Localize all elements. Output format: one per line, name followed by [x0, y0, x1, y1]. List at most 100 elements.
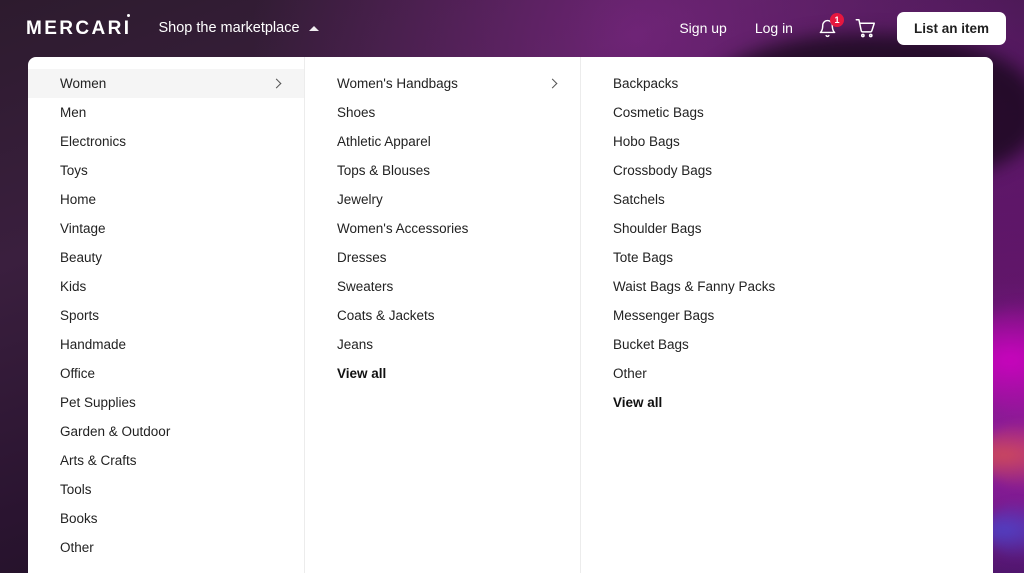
sign-up-link[interactable]: Sign up: [665, 14, 740, 42]
menu-item-label: Hobo Bags: [613, 134, 680, 149]
shop-the-marketplace-menu[interactable]: Shop the marketplace: [158, 20, 319, 36]
top-navigation-bar: MERCARI Shop the marketplace Sign up Log…: [0, 0, 1024, 56]
menu-item-label: View all: [613, 395, 663, 410]
menu-item-label: Pet Supplies: [60, 395, 136, 410]
menu-item[interactable]: Shoes: [305, 98, 580, 127]
menu-item-label: Messenger Bags: [613, 308, 715, 323]
cart-icon: [856, 18, 876, 37]
menu-item-label: Satchels: [613, 192, 665, 207]
menu-item[interactable]: Hobo Bags: [581, 127, 992, 156]
menu-item[interactable]: Jewelry: [305, 185, 580, 214]
menu-item-label: Kids: [60, 279, 87, 294]
menu-item-label: Tops & Blouses: [337, 163, 431, 178]
menu-item[interactable]: Tops & Blouses: [305, 156, 580, 185]
menu-item-label: Bucket Bags: [613, 337, 689, 352]
menu-item[interactable]: Cosmetic Bags: [581, 98, 992, 127]
menu-item-label: Women's Handbags: [337, 76, 458, 91]
menu-item[interactable]: Office: [28, 359, 304, 388]
logo-dot-icon: [127, 13, 131, 17]
dropdown-column-categories: Women Men Electronics Toys Home Vintage Beauty…: [28, 57, 304, 573]
menu-item[interactable]: Toys: [28, 156, 304, 185]
menu-item-label: Arts & Crafts: [60, 453, 137, 468]
notification-count-badge: 1: [829, 13, 844, 27]
chevron-up-icon: [308, 25, 319, 31]
menu-item-label: Shoes: [337, 105, 376, 120]
menu-item-label: Waist Bags & Fanny Packs: [613, 279, 776, 294]
page-root: MERCARI Shop the marketplace Sign up Log…: [0, 0, 1024, 573]
menu-item-label: View all: [337, 366, 387, 381]
menu-item[interactable]: Women's Accessories: [305, 214, 580, 243]
menu-item[interactable]: Other: [28, 533, 304, 562]
menu-item[interactable]: Tools: [28, 475, 304, 504]
menu-item[interactable]: Shoulder Bags: [581, 214, 992, 243]
menu-item-label: Jeans: [337, 337, 374, 352]
menu-item-label: Cosmetic Bags: [613, 105, 704, 120]
menu-item-label: Other: [60, 540, 94, 555]
menu-item[interactable]: Coats & Jackets: [305, 301, 580, 330]
menu-item-label: Books: [60, 511, 98, 526]
menu-item[interactable]: Women: [28, 69, 304, 98]
menu-item[interactable]: Vintage: [28, 214, 304, 243]
menu-item-label: Toys: [60, 163, 88, 178]
menu-item[interactable]: Arts & Crafts: [28, 446, 304, 475]
shop-mega-dropdown: Women Men Electronics Toys Home Vintage Beauty…: [28, 57, 993, 573]
notifications-button[interactable]: 1: [811, 12, 845, 44]
mercari-logo[interactable]: MERCARI: [26, 13, 132, 39]
menu-item[interactable]: Beauty: [28, 243, 304, 272]
logo-text: MERCARI: [26, 17, 132, 39]
menu-item[interactable]: Athletic Apparel: [305, 127, 580, 156]
menu-item[interactable]: Jeans: [305, 330, 580, 359]
dropdown-column-women-subcategories: Women's Handbags Shoes Athletic Apparel Top…: [304, 57, 580, 573]
menu-item-label: Shoulder Bags: [613, 221, 702, 236]
menu-item[interactable]: Crossbody Bags: [581, 156, 992, 185]
menu-item-label: Crossbody Bags: [613, 163, 713, 178]
menu-item-label: Women's Accessories: [337, 221, 469, 236]
menu-item-label: Athletic Apparel: [337, 134, 431, 149]
menu-item[interactable]: Sports: [28, 301, 304, 330]
menu-item[interactable]: Men: [28, 98, 304, 127]
menu-item[interactable]: Tote Bags: [581, 243, 992, 272]
menu-item-label: Electronics: [60, 134, 127, 149]
menu-item-label: Vintage: [60, 221, 106, 236]
menu-item-label: Garden & Outdoor: [60, 424, 171, 439]
chevron-right-icon: [271, 78, 282, 89]
menu-item[interactable]: Kids: [28, 272, 304, 301]
log-in-link[interactable]: Log in: [741, 14, 807, 42]
menu-item[interactable]: Messenger Bags: [581, 301, 992, 330]
menu-item[interactable]: Pet Supplies: [28, 388, 304, 417]
dropdown-column-handbag-types: Backpacks Cosmetic Bags Hobo Bags Crossbody…: [580, 57, 992, 573]
menu-item-view-all[interactable]: View all: [305, 359, 580, 388]
menu-item-label: Men: [60, 105, 87, 120]
menu-item-view-all[interactable]: View all: [581, 388, 992, 417]
menu-item[interactable]: Backpacks: [581, 69, 992, 98]
menu-item[interactable]: Electronics: [28, 127, 304, 156]
menu-item[interactable]: Waist Bags & Fanny Packs: [581, 272, 992, 301]
menu-item[interactable]: Women's Handbags: [305, 69, 580, 98]
menu-item[interactable]: Books: [28, 504, 304, 533]
menu-item-label: Other: [613, 366, 647, 381]
menu-item-label: Backpacks: [613, 76, 679, 91]
menu-item-label: Tote Bags: [613, 250, 674, 265]
menu-item-label: Jewelry: [337, 192, 383, 207]
menu-item[interactable]: Dresses: [305, 243, 580, 272]
menu-item[interactable]: Sweaters: [305, 272, 580, 301]
menu-item-label: Home: [60, 192, 97, 207]
menu-item-label: Tools: [60, 482, 92, 497]
chevron-right-icon: [547, 78, 558, 89]
menu-item[interactable]: Bucket Bags: [581, 330, 992, 359]
cart-button[interactable]: [849, 12, 883, 44]
menu-item-label: Sweaters: [337, 279, 394, 294]
list-an-item-button[interactable]: List an item: [896, 11, 1006, 45]
menu-item-label: Beauty: [60, 250, 103, 265]
menu-item-label: Handmade: [60, 337, 127, 352]
menu-item[interactable]: Garden & Outdoor: [28, 417, 304, 446]
menu-item[interactable]: Handmade: [28, 330, 304, 359]
menu-item-label: Coats & Jackets: [337, 308, 435, 323]
menu-item-label: Dresses: [337, 250, 387, 265]
menu-item[interactable]: Other: [581, 359, 992, 388]
top-navigation-actions: Sign up Log in 1 List an item: [665, 11, 1006, 45]
menu-item[interactable]: Satchels: [581, 185, 992, 214]
menu-item-label: Women: [60, 76, 107, 91]
menu-item[interactable]: Home: [28, 185, 304, 214]
menu-item-label: Sports: [60, 308, 100, 323]
